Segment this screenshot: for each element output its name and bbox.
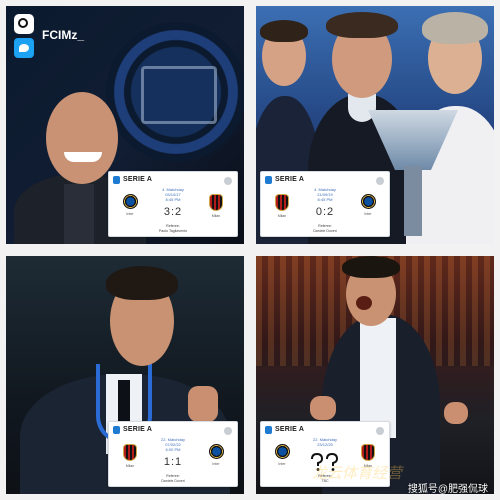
match-card-3: SERIE A 22. Matchday 07/02/22 6:00 PM Mi…: [108, 421, 238, 487]
faint-watermark-text: 龙云体育经营: [312, 465, 403, 482]
milan-crest-icon: [361, 444, 375, 461]
sohu-watermark: 搜狐号@肥强侃球: [407, 484, 488, 494]
ball-icon: [224, 427, 232, 435]
ball-icon: [376, 427, 384, 435]
competition-label: SERIE A: [275, 176, 305, 183]
match-card-2: SERIE A 4. Matchday 21/09/19 8:45 PM Mil…: [260, 171, 390, 237]
match-score: 3:2: [163, 206, 183, 218]
ball-icon: [224, 177, 232, 185]
serie-a-icon: [265, 426, 272, 434]
photo-panel-bottom-left: SERIE A 22. Matchday 07/02/22 6:00 PM Mi…: [6, 256, 244, 494]
inter-logo-letters: [141, 66, 217, 124]
photo-panel-bottom-right: SERIE A 22. Matchday 23/12/25 Inter Mila…: [256, 256, 494, 494]
competition-label: SERIE A: [275, 426, 305, 433]
serie-a-icon: [113, 176, 120, 184]
referee-name: Daniele Doveri: [313, 228, 337, 233]
photo-panel-top-left: FCIMz_ SERIE A 4. Matchday 03/10/17 8:45…: [6, 6, 244, 244]
photo-panel-top-right: SERIE A 4. Matchday 21/09/19 8:45 PM Mil…: [256, 6, 494, 244]
instagram-icon: [14, 14, 34, 34]
twitter-icon: [14, 38, 34, 58]
match-score: 1:1: [163, 456, 183, 468]
inter-crest-icon: [274, 444, 290, 459]
competition-label: SERIE A: [123, 176, 153, 183]
handle-text: FCIMz_: [42, 28, 84, 42]
referee-name: Daniele Doveri: [161, 478, 185, 483]
home-team: Inter: [278, 462, 286, 466]
referee-name: Paolo Tagliavento: [158, 228, 188, 233]
serie-a-icon: [265, 176, 272, 184]
ball-icon: [376, 177, 384, 185]
competition-label: SERIE A: [123, 426, 153, 433]
match-card-1: SERIE A 4. Matchday 03/10/17 8:45 PM Int…: [108, 171, 238, 237]
match-score: 0:2: [315, 206, 335, 218]
serie-a-icon: [113, 426, 120, 434]
